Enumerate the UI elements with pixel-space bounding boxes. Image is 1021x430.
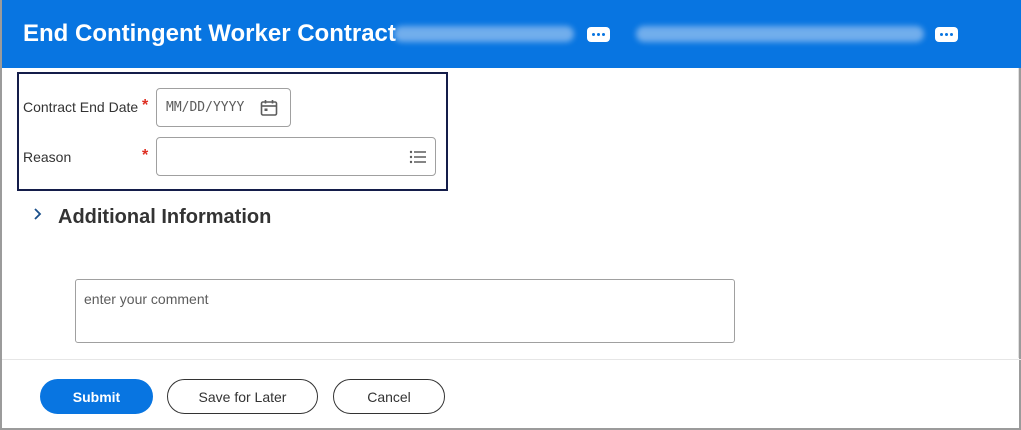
- list-prompt-icon[interactable]: [409, 149, 427, 170]
- contract-end-date-input[interactable]: MM/DD/YYYY: [156, 88, 291, 127]
- calendar-icon[interactable]: [259, 98, 279, 123]
- scrollbar[interactable]: [1018, 68, 1019, 358]
- footer-divider: [2, 359, 1021, 360]
- page-header: End Contingent Worker Contract: [2, 0, 1021, 68]
- required-indicator: *: [142, 147, 149, 164]
- additional-information-toggle[interactable]: Additional Information: [58, 206, 271, 229]
- comment-field[interactable]: [75, 279, 735, 343]
- save-for-later-button[interactable]: Save for Later: [167, 379, 318, 414]
- submit-button[interactable]: Submit: [40, 379, 153, 414]
- redacted-worker-name: [394, 26, 574, 42]
- required-indicator: *: [142, 97, 149, 114]
- related-actions-button-worker[interactable]: [587, 27, 610, 42]
- cancel-button[interactable]: Cancel: [333, 379, 445, 414]
- page-title: End Contingent Worker Contract: [23, 20, 396, 47]
- contract-end-date-label: Contract End Date: [23, 99, 139, 115]
- redacted-position-name: [636, 26, 924, 42]
- reason-prompt-input[interactable]: [156, 137, 436, 176]
- reason-label: Reason: [23, 149, 72, 165]
- chevron-right-icon[interactable]: [32, 206, 44, 227]
- date-placeholder: MM/DD/YYYY: [166, 100, 245, 115]
- task-window: End Contingent Worker Contract Contract …: [0, 0, 1021, 430]
- related-actions-button-position[interactable]: [935, 27, 958, 42]
